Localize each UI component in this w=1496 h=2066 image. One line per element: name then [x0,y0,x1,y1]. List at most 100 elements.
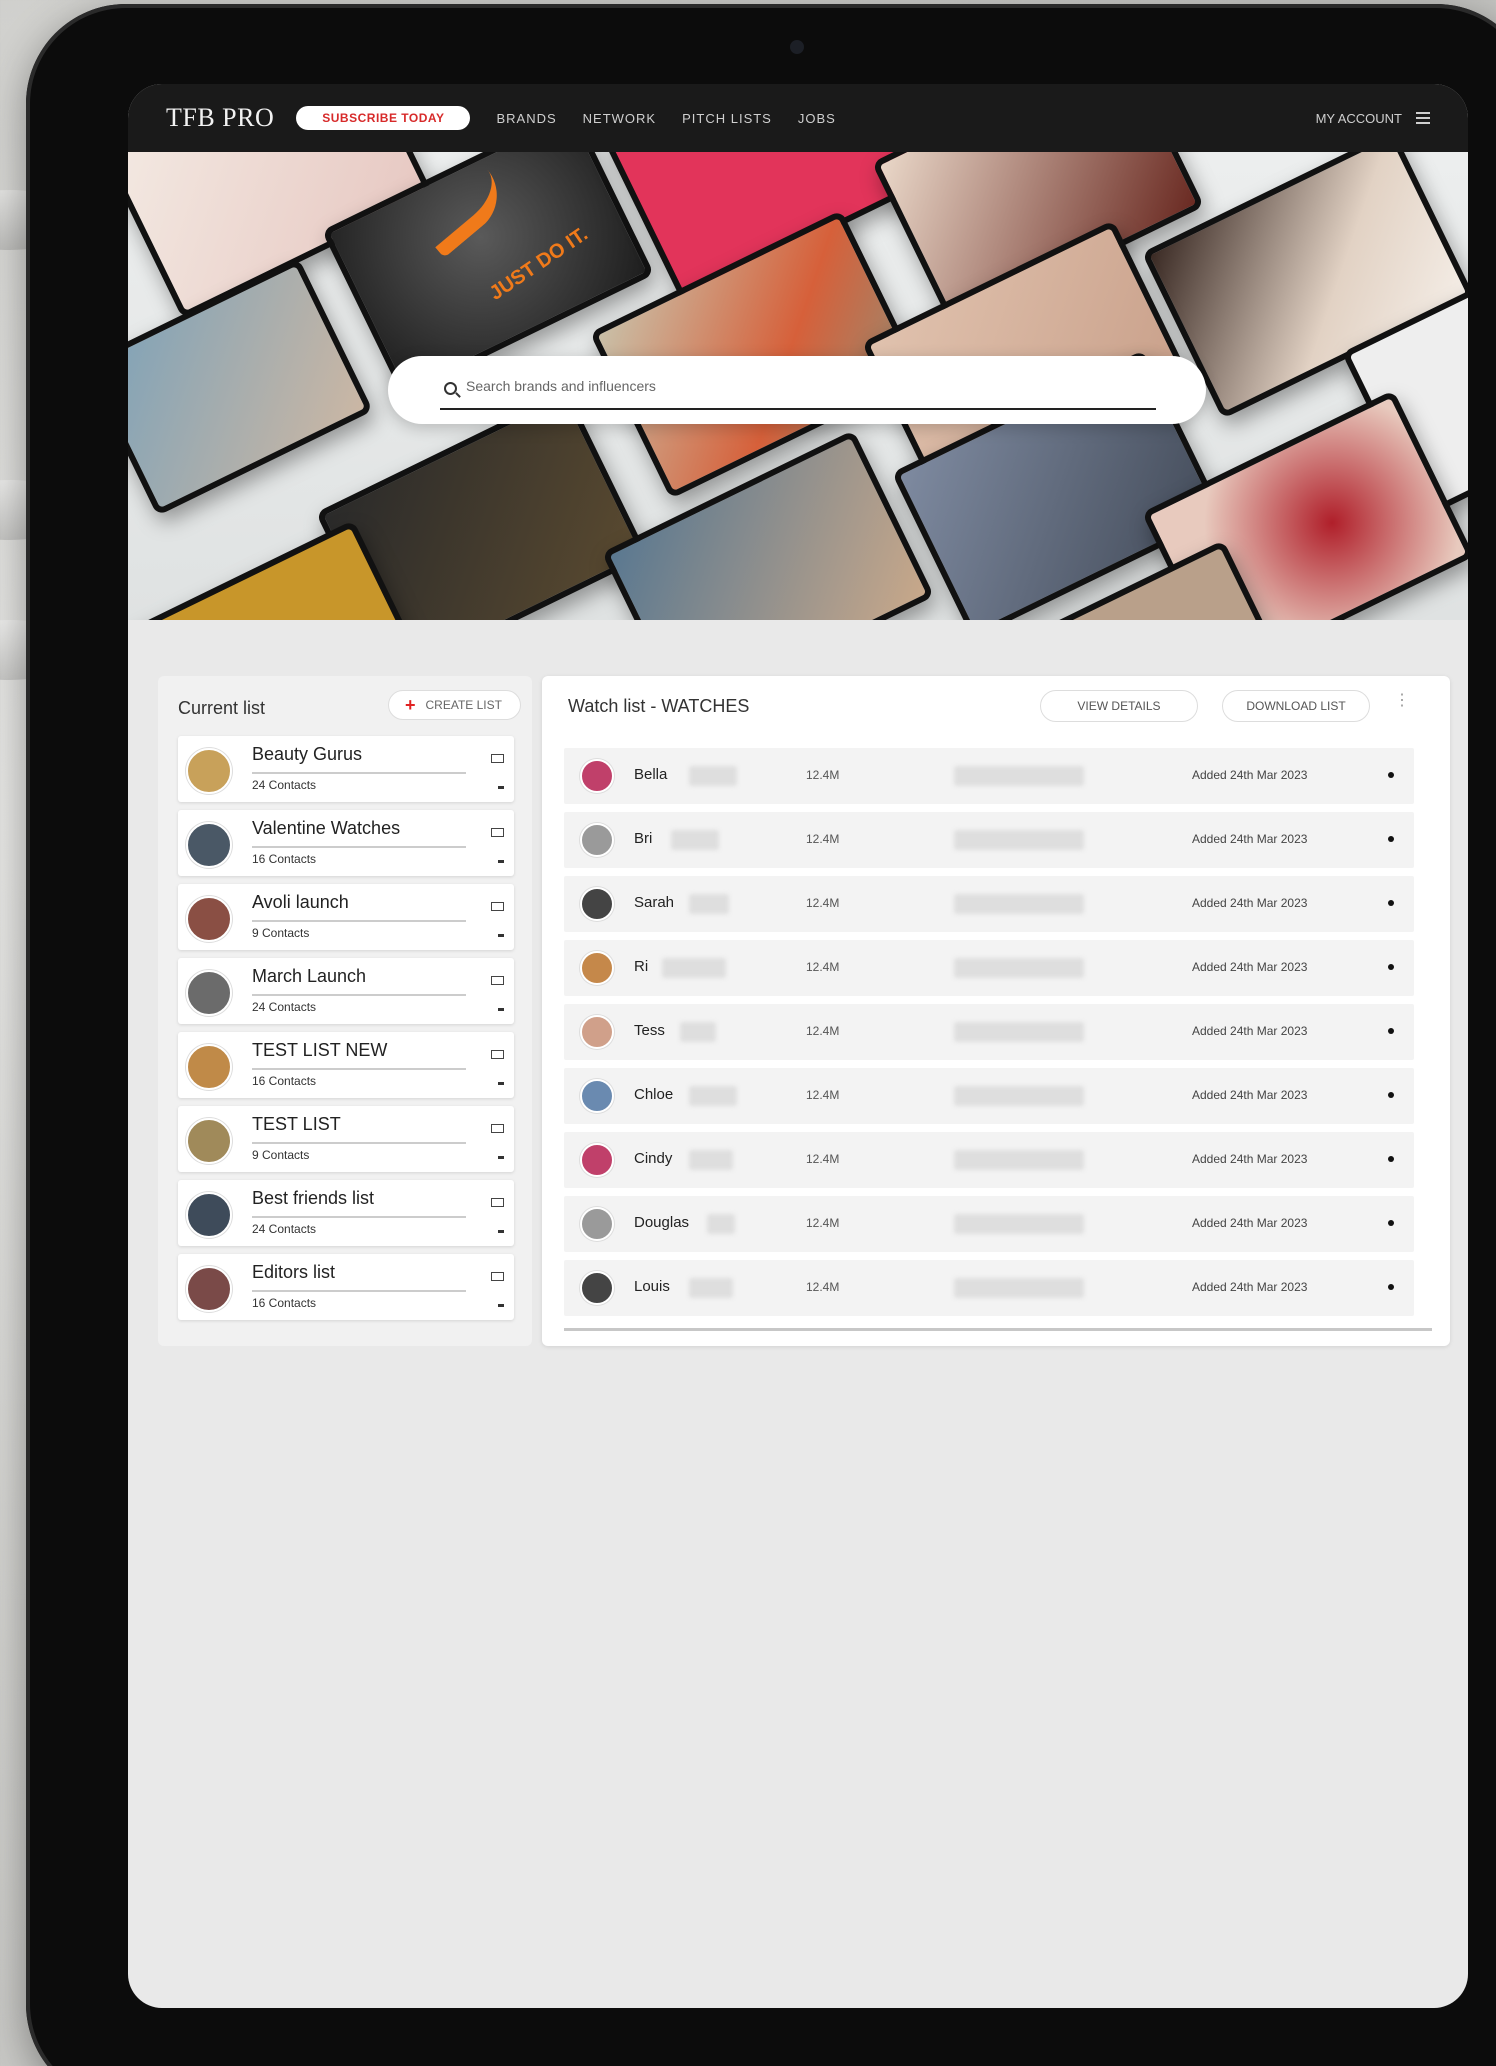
swoosh-icon [418,169,514,259]
nav-link-jobs[interactable]: JOBS [798,111,836,126]
remove-icon[interactable] [498,1156,504,1159]
hero-tile-text: JUST DO IT. [485,223,592,305]
redacted-surname [662,958,726,978]
row-action-icon[interactable] [1388,1092,1394,1098]
list-name: Editors list [252,1262,336,1282]
list-contact-count: 24 Contacts [252,1000,317,1014]
follower-count: 12.4M [806,1024,840,1038]
row-action-icon[interactable] [1388,964,1394,970]
mail-icon[interactable] [491,1050,504,1059]
contact-row[interactable]: Cindy 12.4M Added 24th Mar 2023 [564,1132,1414,1188]
watch-list-panel: Watch list - WATCHES VIEW DETAILS DOWNLO… [542,676,1450,1346]
view-details-button[interactable]: VIEW DETAILS [1040,690,1198,722]
subscribe-button[interactable]: SUBSCRIBE TODAY [296,106,471,130]
logo[interactable]: TFB PRO [166,103,274,133]
avatar [580,759,614,793]
search-input[interactable] [466,378,1126,394]
list-item[interactable]: Beauty Gurus 24 Contacts [178,736,514,802]
top-nav: TFB PRO SUBSCRIBE TODAY BRANDS NETWORK P… [128,84,1468,152]
nav-link-network[interactable]: NETWORK [583,111,656,126]
row-action-icon[interactable] [1388,1156,1394,1162]
avatar [186,1118,232,1164]
list-item[interactable]: March Launch 24 Contacts [178,958,514,1024]
mail-icon[interactable] [491,976,504,985]
row-action-icon[interactable] [1388,1220,1394,1226]
remove-icon[interactable] [498,1230,504,1233]
remove-icon[interactable] [498,934,504,937]
download-list-button[interactable]: DOWNLOAD LIST [1222,690,1370,722]
mail-icon[interactable] [491,754,504,763]
nav-link-brands[interactable]: BRANDS [496,111,556,126]
row-action-icon[interactable] [1388,836,1394,842]
my-account-link[interactable]: MY ACCOUNT [1316,111,1402,126]
contact-row[interactable]: Bella 12.4M Added 24th Mar 2023 [564,748,1414,804]
menu-icon[interactable] [1416,112,1430,124]
lists-panel-title: Current list [178,698,266,718]
remove-icon[interactable] [498,860,504,863]
list-divider [252,772,466,774]
avatar [580,1143,614,1177]
lists-panel: Current list + CREATE LIST Beauty Gurus 2… [158,676,532,1346]
list-divider [252,1068,466,1070]
remove-icon[interactable] [498,1008,504,1011]
added-date: Added 24th Mar 2023 [1192,1152,1308,1166]
list-item[interactable]: Valentine Watches 16 Contacts [178,810,514,876]
redacted-handle [954,830,1084,850]
list-item[interactable]: Editors list 16 Contacts [178,1254,514,1320]
row-action-icon[interactable] [1388,1028,1394,1034]
more-icon[interactable]: ⋮ [1394,690,1410,710]
contact-row[interactable]: Bri 12.4M Added 24th Mar 2023 [564,812,1414,868]
list-item[interactable]: Best friends list 24 Contacts [178,1180,514,1246]
contact-row[interactable]: Louis 12.4M Added 24th Mar 2023 [564,1260,1414,1316]
contact-name: Cindy [634,1150,673,1167]
contact-row[interactable]: Sarah 12.4M Added 24th Mar 2023 [564,876,1414,932]
list-divider [252,920,466,922]
list-name: Beauty Gurus [252,744,363,764]
mail-icon[interactable] [491,1198,504,1207]
row-action-icon[interactable] [1388,1284,1394,1290]
follower-count: 12.4M [806,832,840,846]
list-contact-count: 16 Contacts [252,852,317,866]
create-list-button[interactable]: + CREATE LIST [388,690,521,720]
mail-icon[interactable] [491,828,504,837]
list-item[interactable]: TEST LIST 9 Contacts [178,1106,514,1172]
redacted-handle [954,958,1084,978]
avatar [580,887,614,921]
mail-icon[interactable] [491,1272,504,1281]
follower-count: 12.4M [806,1152,840,1166]
row-action-icon[interactable] [1388,772,1394,778]
list-divider [252,1290,466,1292]
nav-link-pitch-lists[interactable]: PITCH LISTS [682,111,772,126]
avatar [580,1271,614,1305]
contact-row[interactable]: Chloe 12.4M Added 24th Mar 2023 [564,1068,1414,1124]
redacted-handle [954,1278,1084,1298]
redacted-handle [954,1150,1084,1170]
avatar [580,951,614,985]
avatar [186,1266,232,1312]
mail-icon[interactable] [491,902,504,911]
added-date: Added 24th Mar 2023 [1192,1024,1308,1038]
hero-banner: JUST DO IT. [128,152,1468,620]
list-item[interactable]: TEST LIST NEW 16 Contacts [178,1032,514,1098]
contact-row[interactable]: Douglas 12.4M Added 24th Mar 2023 [564,1196,1414,1252]
added-date: Added 24th Mar 2023 [1192,896,1308,910]
horizontal-scrollbar[interactable] [564,1328,1432,1331]
list-item[interactable]: Avoli launch 9 Contacts [178,884,514,950]
remove-icon[interactable] [498,1082,504,1085]
added-date: Added 24th Mar 2023 [1192,832,1308,846]
avatar [580,1207,614,1241]
row-action-icon[interactable] [1388,900,1394,906]
redacted-surname [689,1150,733,1170]
list-divider [252,994,466,996]
redacted-surname [707,1214,735,1234]
contact-row[interactable]: Ri 12.4M Added 24th Mar 2023 [564,940,1414,996]
watch-list-title: Watch list - WATCHES [568,696,750,716]
follower-count: 12.4M [806,1216,840,1230]
remove-icon[interactable] [498,1304,504,1307]
redacted-surname [671,830,719,850]
remove-icon[interactable] [498,786,504,789]
contact-row[interactable]: Tess 12.4M Added 24th Mar 2023 [564,1004,1414,1060]
contact-name: Douglas [634,1214,690,1231]
mail-icon[interactable] [491,1124,504,1133]
search-icon[interactable] [444,382,457,395]
